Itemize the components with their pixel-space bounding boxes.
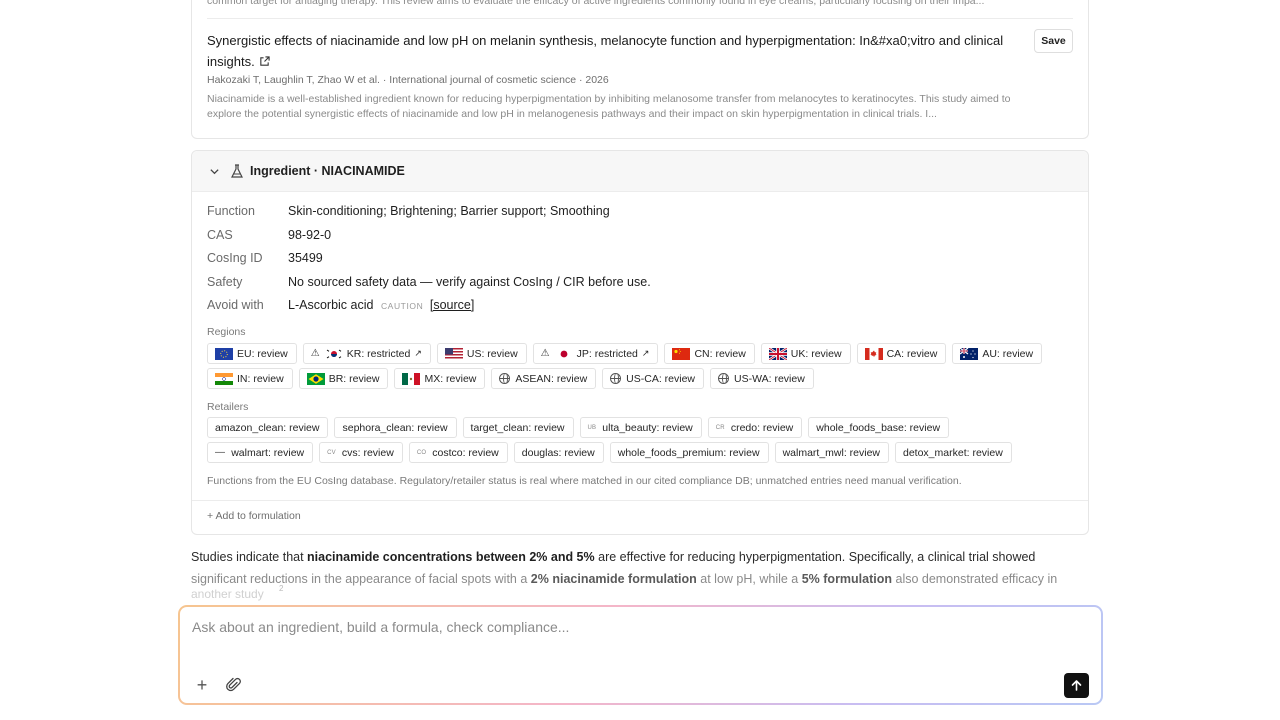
- regions-row-1: EU: review ⚠ KR: restricted ↗ US: review…: [207, 343, 1043, 364]
- paper-meta: Hakozaki T, Laughlin T, Zhao W et al. · …: [207, 74, 609, 86]
- region-chip-eu[interactable]: EU: review: [207, 343, 297, 364]
- divider: [207, 18, 1073, 19]
- region-chip-au[interactable]: AU: review: [952, 343, 1043, 364]
- field-label: Safety: [207, 275, 243, 289]
- au-flag-icon: [960, 347, 979, 360]
- ca-flag-icon: [864, 347, 883, 360]
- save-button[interactable]: Save: [1034, 29, 1073, 53]
- retailer-chip-sephora-clean[interactable]: sephora_clean: review: [334, 417, 457, 438]
- region-chip-us-wa[interactable]: US-WA: review: [710, 368, 814, 389]
- retailer-chip-detox-market[interactable]: detox_market: review: [895, 442, 1012, 463]
- warning-icon: ⚠: [540, 348, 550, 359]
- jp-flag-icon: [554, 347, 573, 360]
- arrow-up-icon: [1071, 680, 1082, 691]
- retailer-chip-target-clean[interactable]: target_clean: review: [462, 417, 574, 438]
- retailer-chip-whole-foods-base[interactable]: whole_foods_base: review: [808, 417, 950, 438]
- ingredient-header[interactable]: Ingredient · NIACINAMIDE: [192, 151, 1088, 192]
- retailers-row-1: amazon_clean: review sephora_clean: revi…: [207, 417, 950, 438]
- field-label: CAS: [207, 228, 233, 242]
- paperclip-icon[interactable]: [226, 677, 242, 693]
- cvs-logo-icon: CV: [327, 449, 336, 456]
- answer-faded-line: another study: [191, 587, 264, 601]
- field-label: Function: [207, 204, 255, 218]
- caution-tag: CAUTION: [380, 301, 424, 311]
- region-chip-cn[interactable]: CN: review: [664, 343, 755, 364]
- paper-title-link[interactable]: Synergistic effects of niacinamide and l…: [207, 30, 1007, 72]
- eu-flag-icon: [215, 347, 233, 360]
- composer: +: [178, 605, 1103, 705]
- ulta-logo-icon: UB: [587, 424, 597, 431]
- field-label: CosIng ID: [207, 251, 263, 265]
- uk-flag-icon: [768, 347, 787, 360]
- retailers-row-2: — walmart: review CV cvs: review CO costco:…: [207, 442, 1012, 463]
- warning-icon: ⚠: [310, 348, 320, 359]
- kr-flag-icon: [324, 347, 343, 360]
- credo-logo-icon: CR: [715, 424, 725, 431]
- region-chip-br[interactable]: BR: review: [298, 368, 389, 389]
- in-flag-icon: [215, 372, 233, 385]
- globe-icon: [610, 373, 622, 384]
- regions-label: Regions: [207, 326, 246, 338]
- plus-icon[interactable]: +: [194, 676, 210, 694]
- source-footnote: Functions from the EU CosIng database. R…: [207, 475, 962, 487]
- region-chip-uk[interactable]: UK: review: [760, 343, 851, 364]
- add-to-formulation-button[interactable]: + Add to formulation: [207, 510, 301, 522]
- flask-icon: [231, 164, 243, 178]
- retailer-chip-walmart[interactable]: — walmart: review: [207, 442, 314, 463]
- globe-icon: [718, 373, 730, 384]
- region-chip-ca[interactable]: CA: review: [856, 343, 947, 364]
- ingredient-card: Ingredient · NIACINAMIDE Function Skin-c…: [191, 150, 1089, 535]
- region-chip-mx[interactable]: MX: review: [394, 368, 486, 389]
- walmart-logo-icon: —: [215, 447, 226, 458]
- costco-logo-icon: CO: [416, 449, 427, 456]
- field-value: No sourced safety data — verify against …: [288, 275, 651, 289]
- chat-scroll-area[interactable]: common target for antiaging therapy. Thi…: [191, 0, 1089, 605]
- br-flag-icon: [306, 372, 325, 385]
- previous-paper-snippet: common target for antiaging therapy. Thi…: [207, 0, 985, 7]
- retailer-chip-cvs[interactable]: CV cvs: review: [319, 442, 403, 463]
- region-chip-us-ca[interactable]: US-CA: review: [602, 368, 705, 389]
- retailer-chip-walmart-mwl[interactable]: walmart_mwl: review: [774, 442, 889, 463]
- retailer-chip-costco[interactable]: CO costco: review: [408, 442, 508, 463]
- region-chip-us[interactable]: US: review: [436, 343, 527, 364]
- mx-flag-icon: [402, 372, 421, 385]
- cn-flag-icon: [672, 347, 691, 360]
- region-chip-asean[interactable]: ASEAN: review: [491, 368, 597, 389]
- retailers-label: Retailers: [207, 401, 249, 413]
- ingredient-title: Ingredient · NIACINAMIDE: [250, 164, 405, 178]
- field-value: L-Ascorbic acid: [288, 298, 374, 312]
- chevron-down-icon[interactable]: [209, 166, 220, 177]
- retailer-chip-douglas[interactable]: douglas: review: [513, 442, 604, 463]
- external-link-icon[interactable]: ↗: [414, 348, 422, 359]
- retailer-chip-credo[interactable]: CR credo: review: [707, 417, 803, 438]
- external-link-icon[interactable]: [259, 56, 270, 67]
- region-chip-kr[interactable]: ⚠ KR: restricted ↗: [302, 343, 431, 364]
- globe-icon: [499, 373, 511, 384]
- assistant-answer: Studies indicate that niacinamide concen…: [191, 550, 1058, 586]
- external-link-icon[interactable]: ↗: [642, 348, 650, 359]
- field-value: 98-92-0: [288, 228, 332, 242]
- field-value: Skin-conditioning; Brightening; Barrier …: [288, 204, 610, 218]
- field-value: 35499: [288, 251, 323, 265]
- ingredient-footer: + Add to formulation: [192, 500, 1088, 535]
- retailer-chip-amazon-clean[interactable]: amazon_clean: review: [207, 417, 329, 438]
- citation-marker[interactable]: 2: [279, 584, 283, 593]
- field-label: Avoid with: [207, 298, 264, 312]
- us-flag-icon: [444, 347, 463, 360]
- retailer-chip-whole-foods-premium[interactable]: whole_foods_premium: review: [609, 442, 769, 463]
- paper-abstract: Niacinamide is a well-established ingred…: [207, 93, 1011, 120]
- paper-result-card: common target for antiaging therapy. Thi…: [191, 0, 1089, 139]
- region-chip-in[interactable]: IN: review: [207, 368, 293, 389]
- retailer-chip-ulta-beauty[interactable]: UB ulta_beauty: review: [579, 417, 702, 438]
- source-link[interactable]: [source]: [430, 298, 474, 312]
- chat-input[interactable]: [192, 619, 1082, 659]
- send-button[interactable]: [1064, 673, 1089, 698]
- composer-inner: +: [180, 607, 1101, 703]
- region-chip-jp[interactable]: ⚠ JP: restricted ↗: [532, 343, 659, 364]
- regions-row-2: IN: review BR: review MX: review ASEAN: …: [207, 368, 814, 389]
